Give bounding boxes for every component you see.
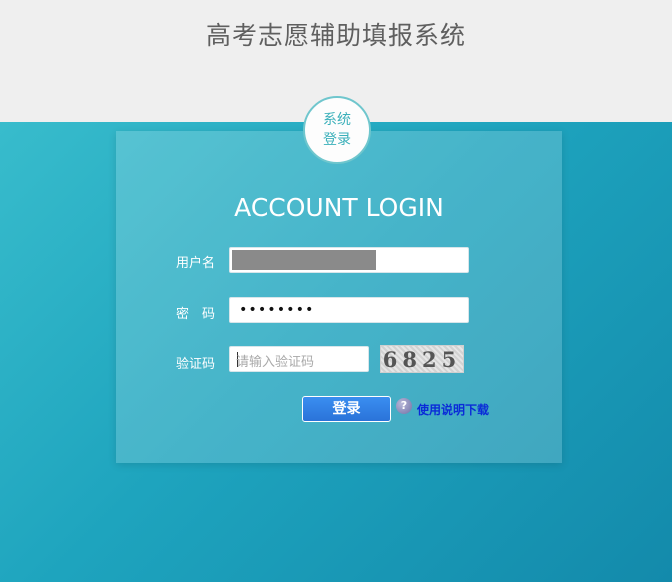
question-mark-icon: ? — [396, 398, 412, 414]
system-login-badge: 系统 登录 — [303, 96, 371, 164]
help-download-link[interactable]: 使用说明下载 — [417, 401, 489, 418]
captcha-label: 验证码 — [176, 357, 216, 372]
badge-line-2: 登录 — [323, 132, 351, 148]
password-masked-value: •••••••• — [239, 302, 315, 318]
password-label: 密 码 — [176, 307, 216, 322]
username-redacted — [232, 250, 376, 270]
password-input[interactable]: •••••••• — [229, 297, 469, 323]
captcha-input[interactable]: 请输入验证码 — [229, 346, 369, 372]
login-button[interactable]: 登录 — [302, 396, 391, 422]
username-input[interactable] — [229, 247, 469, 273]
username-label: 用户名 — [176, 256, 216, 271]
site-title: 高考志愿辅助填报系统 — [205, 21, 466, 50]
login-title: ACCOUNT LOGIN — [234, 193, 444, 222]
badge-line-1: 系统 — [323, 112, 351, 128]
captcha-placeholder: 请输入验证码 — [236, 355, 315, 370]
captcha-image[interactable]: 6825 — [380, 345, 464, 373]
